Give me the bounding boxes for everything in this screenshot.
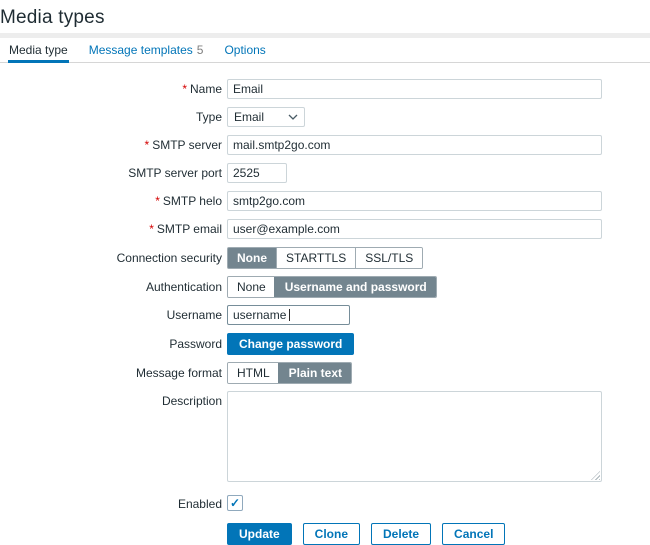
authentication-segmented: None Username and password: [227, 276, 437, 298]
name-row: *Name: [0, 79, 650, 99]
smtp-port-row: SMTP server port: [0, 163, 650, 183]
message-format-row: Message format HTML Plain text: [0, 362, 650, 384]
description-row: Description: [0, 391, 650, 482]
username-label: Username: [0, 305, 222, 325]
smtp-server-input[interactable]: [227, 135, 602, 155]
form-actions: Update Clone Delete Cancel: [227, 523, 650, 545]
page-title: Media types: [0, 7, 650, 28]
connection-security-option-ssltls[interactable]: SSL/TLS: [355, 248, 422, 268]
type-select-value: Email: [234, 110, 264, 124]
name-label: *Name: [0, 79, 222, 99]
message-format-option-plaintext[interactable]: Plain text: [279, 363, 351, 383]
type-row: Type Email: [0, 107, 650, 127]
username-row: Username: [0, 305, 650, 325]
tab-options[interactable]: Options: [223, 38, 266, 62]
checkmark-icon: ✓: [230, 497, 240, 509]
chevron-down-icon: [288, 114, 298, 120]
smtp-server-label: *SMTP server: [0, 135, 222, 155]
smtp-port-label: SMTP server port: [0, 163, 222, 183]
smtp-helo-label: *SMTP helo: [0, 191, 222, 211]
enabled-label: Enabled: [0, 494, 222, 514]
authentication-row: Authentication None Username and passwor…: [0, 276, 650, 298]
clone-button[interactable]: Clone: [303, 523, 360, 545]
authentication-label: Authentication: [0, 276, 222, 298]
delete-button[interactable]: Delete: [371, 523, 431, 545]
cancel-button[interactable]: Cancel: [442, 523, 505, 545]
connection-security-option-starttls[interactable]: STARTTLS: [276, 248, 355, 268]
message-format-option-html[interactable]: HTML: [228, 363, 279, 383]
connection-security-segmented: None STARTTLS SSL/TLS: [227, 247, 423, 269]
type-label: Type: [0, 107, 222, 127]
required-marker: *: [149, 222, 154, 236]
type-select[interactable]: Email: [227, 107, 305, 127]
password-row: Password Change password: [0, 333, 650, 355]
smtp-helo-row: *SMTP helo: [0, 191, 650, 211]
name-input[interactable]: [227, 79, 602, 99]
required-marker: *: [145, 138, 150, 152]
tab-message-templates[interactable]: Message templates 5: [88, 38, 205, 62]
required-marker: *: [182, 82, 187, 96]
smtp-port-input[interactable]: [227, 163, 287, 183]
smtp-email-label: *SMTP email: [0, 219, 222, 239]
connection-security-label: Connection security: [0, 247, 222, 269]
text-cursor: [289, 309, 290, 321]
change-password-button[interactable]: Change password: [227, 333, 354, 355]
message-format-segmented: HTML Plain text: [227, 362, 352, 384]
connection-security-option-none[interactable]: None: [228, 248, 276, 268]
media-type-form: *Name Type Email *SMTP server SMTP serve…: [0, 63, 650, 545]
tab-message-templates-label: Message templates: [89, 43, 193, 57]
smtp-email-input[interactable]: [227, 219, 602, 239]
authentication-option-none[interactable]: None: [228, 277, 275, 297]
authentication-option-userpass[interactable]: Username and password: [275, 277, 436, 297]
smtp-email-row: *SMTP email: [0, 219, 650, 239]
connection-security-row: Connection security None STARTTLS SSL/TL…: [0, 247, 650, 269]
required-marker: *: [155, 194, 160, 208]
message-format-label: Message format: [0, 362, 222, 384]
enabled-checkbox[interactable]: ✓: [227, 495, 243, 511]
tab-media-type[interactable]: Media type: [8, 38, 69, 63]
tab-message-templates-count: 5: [197, 43, 204, 57]
smtp-helo-input[interactable]: [227, 191, 602, 211]
enabled-row: Enabled ✓: [0, 494, 650, 514]
smtp-server-row: *SMTP server: [0, 135, 650, 155]
description-textarea[interactable]: [227, 391, 602, 482]
description-label: Description: [0, 391, 222, 411]
update-button[interactable]: Update: [227, 523, 292, 545]
password-label: Password: [0, 333, 222, 355]
tab-bar: Media type Message templates 5 Options: [0, 38, 650, 63]
